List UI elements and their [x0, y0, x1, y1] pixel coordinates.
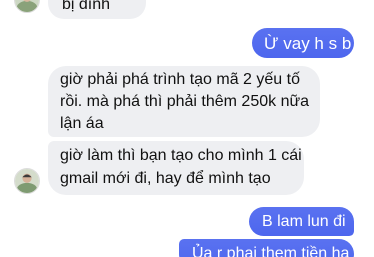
message-text-line: rồi. mà phá thì phải thêm 250k nữa — [60, 93, 310, 110]
contact-avatar-graphic — [15, 169, 39, 193]
message-text: Ừ vay h s b — [264, 34, 352, 53]
message-text-line: giờ phải phá trình tạo mã 2 yếu tố — [60, 71, 300, 88]
contact-avatar-icon[interactable] — [14, 0, 40, 13]
message-text-line: gmail mới đi, hay để mình tạo — [60, 170, 271, 187]
message-text-line: lận áa — [60, 115, 104, 132]
message-bubble-incoming[interactable]: bị đình — [48, 0, 146, 19]
message-bubble-incoming[interactable]: giờ phải phá trình tạo mã 2 yếu tố rồi. … — [48, 66, 320, 137]
message-text: Ủa r phai them tiền ha — [192, 245, 350, 257]
message-text: bị đình — [62, 0, 111, 13]
message-bubble-outgoing[interactable]: Ừ vay h s b — [252, 28, 354, 58]
message-text-line: giờ làm thì bạn tạo cho mình 1 cái — [60, 147, 302, 164]
message-bubble-outgoing[interactable]: Ủa r phai them tiền ha — [179, 239, 354, 257]
contact-avatar-graphic — [15, 0, 39, 12]
contact-avatar-icon[interactable] — [14, 168, 40, 194]
message-text: B lam lun đi — [262, 213, 346, 230]
message-thread: bị đình Ừ vay h s b giờ phải phá trình t… — [0, 0, 374, 257]
message-bubble-incoming[interactable]: giờ làm thì bạn tạo cho mình 1 cái gmail… — [48, 141, 304, 195]
message-bubble-outgoing[interactable]: B lam lun đi — [249, 207, 354, 236]
